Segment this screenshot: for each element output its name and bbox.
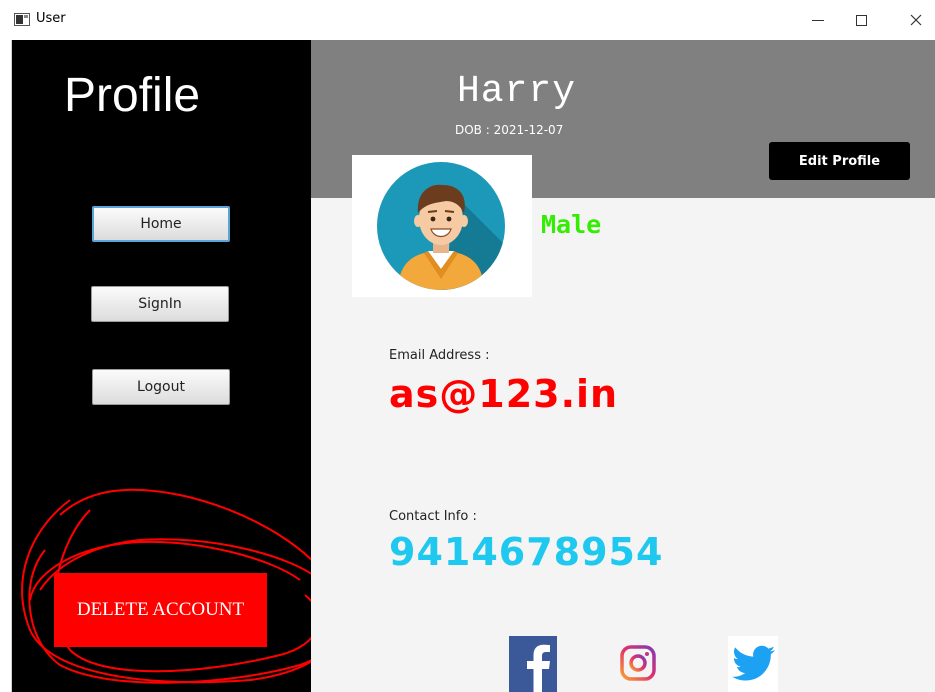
sidebar: Profile Home SignIn Logout DELETE ACCOUN… xyxy=(12,40,311,692)
signin-button[interactable]: SignIn xyxy=(91,286,229,322)
twitter-icon[interactable] xyxy=(728,636,778,692)
delete-account-button[interactable]: DELETE ACCOUNT xyxy=(54,573,267,647)
user-window: User Profile Home SignIn Logout DELETE A… xyxy=(0,0,935,692)
window-title: User xyxy=(36,11,66,26)
maximize-button[interactable] xyxy=(838,0,884,40)
logout-button[interactable]: Logout xyxy=(92,369,230,405)
contact-label: Contact Info : xyxy=(389,509,477,524)
avatar-card xyxy=(352,155,532,297)
contact-value: 9414678954 xyxy=(389,530,664,574)
instagram-icon[interactable] xyxy=(619,644,657,682)
minimize-button[interactable] xyxy=(795,0,841,40)
email-label: Email Address : xyxy=(389,348,490,363)
user-name: Harry xyxy=(457,70,577,113)
close-icon xyxy=(910,14,922,26)
title-bar[interactable]: User xyxy=(0,0,935,40)
email-value: as@123.in xyxy=(389,372,619,416)
home-button[interactable]: Home xyxy=(92,206,230,242)
avatar-icon xyxy=(377,162,505,290)
date-of-birth: DOB : 2021-12-07 xyxy=(455,123,564,137)
maximize-icon xyxy=(855,14,867,26)
app-window-icon xyxy=(14,13,30,26)
minimize-icon xyxy=(812,19,824,21)
facebook-icon[interactable] xyxy=(509,636,557,692)
window-left-edge xyxy=(0,40,12,692)
sidebar-title: Profile xyxy=(64,69,201,122)
edit-profile-button[interactable]: Edit Profile xyxy=(769,142,910,180)
close-button[interactable] xyxy=(893,0,935,40)
gender-value: Male xyxy=(541,210,602,239)
